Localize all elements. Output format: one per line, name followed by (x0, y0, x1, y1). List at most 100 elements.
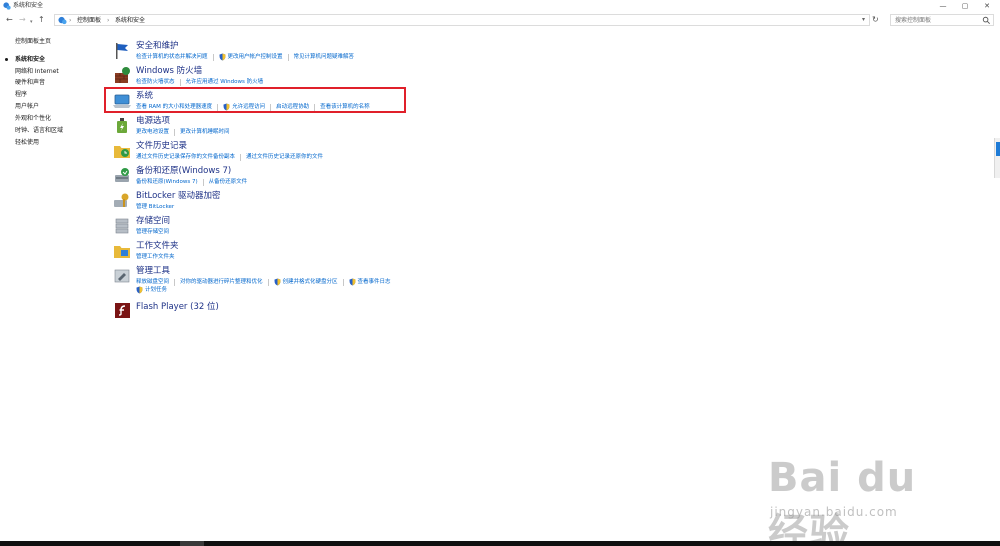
category-storage-spaces: 存储空间 管理存储空间 (110, 216, 670, 240)
firewall-icon (115, 67, 130, 83)
uac-shield-icon (273, 278, 281, 286)
category-title[interactable]: Windows 防火墙 (136, 66, 202, 77)
link-label: 计划任务 (145, 287, 168, 293)
link-battery-settings[interactable]: 更改电池设置 (136, 128, 169, 136)
link-restore-files[interactable]: 通过文件历史记录还原你的文件 (246, 153, 323, 161)
forward-arrow-icon[interactable]: → (19, 14, 26, 26)
category-title[interactable]: Flash Player (32 位) (136, 302, 219, 313)
divider (174, 128, 176, 136)
side-panel-tab[interactable] (994, 138, 1000, 178)
uac-shield-icon (348, 278, 356, 286)
navigation-bar: ← → ▾ ↑ › 控制面板 › 系统和安全 ▾ ↻ 搜索控制面板 (0, 13, 1000, 27)
link-save-backup[interactable]: 通过文件历史记录保存你的文件备份副本 (136, 153, 235, 161)
category-work-folders: 工作文件夹 管理工作文件夹 (110, 241, 670, 265)
taskbar (0, 541, 1000, 546)
link-manage-work-folders[interactable]: 管理工作文件夹 (136, 253, 175, 261)
category-backup-restore: 备份和还原(Windows 7) 备份和还原(Windows 7) 从备份还原文… (110, 166, 670, 190)
search-icon[interactable] (982, 16, 991, 25)
category-title[interactable]: 文件历史记录 (136, 141, 187, 152)
recent-locations-icon[interactable]: ▾ (30, 16, 33, 28)
sidebar-item-programs[interactable]: 程序 (15, 91, 27, 99)
sidebar-item-clock-region[interactable]: 时钟、语言和区域 (15, 127, 63, 135)
divider (202, 178, 204, 186)
back-arrow-icon[interactable]: ← (6, 14, 13, 26)
sidebar-item-appearance[interactable]: 外观和个性化 (15, 115, 51, 123)
category-title[interactable]: 存储空间 (136, 216, 170, 227)
divider (212, 53, 214, 61)
divider (342, 278, 344, 286)
link-defragment[interactable]: 对你的驱动器进行碎片整理和优化 (180, 278, 263, 286)
storage-icon (115, 218, 129, 234)
breadcrumb-separator: › (107, 17, 110, 24)
sidebar-item-system-security[interactable]: 系统和安全 (15, 56, 45, 64)
baidu-watermark: Bai du 经验 jingyan.baidu.com (768, 455, 968, 546)
category-title[interactable]: BitLocker 驱动器加密 (136, 191, 221, 202)
link-free-disk-space[interactable]: 释放磁盘空间 (136, 278, 169, 286)
divider (287, 53, 289, 61)
side-panel-marker (996, 142, 1000, 156)
watermark-url: jingyan.baidu.com (770, 505, 898, 519)
category-title[interactable]: 工作文件夹 (136, 241, 179, 252)
category-title[interactable]: 管理工具 (136, 266, 170, 277)
link-schedule-tasks[interactable]: 计划任务 (136, 286, 167, 294)
category-file-history: 文件历史记录 通过文件历史记录保存你的文件备份副本 通过文件历史记录还原你的文件 (110, 141, 670, 165)
taskbar-active-item[interactable] (180, 541, 204, 546)
divider (179, 78, 181, 86)
work-folder-icon (114, 246, 130, 258)
link-restore-from-backup[interactable]: 从备份还原文件 (209, 178, 248, 186)
link-backup-restore[interactable]: 备份和还原(Windows 7) (136, 178, 198, 186)
bitlocker-key-icon (114, 193, 129, 207)
category-security-maintenance: 安全和维护 检查计算机的状态并解决问题 更改用户帐户控制设置 常见计算机问题疑难… (110, 41, 670, 65)
breadcrumb-system-security[interactable]: 系统和安全 (115, 16, 145, 25)
divider (240, 153, 242, 161)
address-dropdown-icon[interactable]: ▾ (862, 14, 865, 26)
link-manage-bitlocker[interactable]: 管理 BitLocker (136, 203, 174, 211)
category-title[interactable]: 备份和还原(Windows 7) (136, 166, 231, 177)
search-box[interactable]: 搜索控制面板 (890, 14, 994, 26)
category-bitlocker: BitLocker 驱动器加密 管理 BitLocker (110, 191, 670, 215)
sidebar-item-hardware[interactable]: 硬件和声音 (15, 79, 45, 87)
link-create-partitions[interactable]: 创建并格式化硬盘分区 (273, 278, 338, 286)
up-arrow-icon[interactable]: ↑ (38, 14, 45, 26)
sidebar-item-user-accounts[interactable]: 用户帐户 (15, 103, 39, 111)
flash-player-icon (115, 303, 130, 318)
category-title[interactable]: 电源选项 (136, 116, 170, 127)
red-highlight-box (104, 87, 406, 113)
link-allow-app[interactable]: 允许应用通过 Windows 防火墙 (186, 78, 264, 86)
sidebar-item-ease-of-access[interactable]: 轻松使用 (15, 139, 39, 147)
sidebar-item-network[interactable]: 网络和 Internet (15, 68, 59, 76)
power-icon (117, 118, 127, 133)
breadcrumb-separator: › (69, 17, 72, 24)
link-manage-storage[interactable]: 管理存储空间 (136, 228, 169, 236)
link-event-logs[interactable]: 查看事件日志 (348, 278, 391, 286)
address-bar[interactable]: › 控制面板 › 系统和安全 (54, 14, 870, 26)
link-sleep-time[interactable]: 更改计算机睡眠时间 (180, 128, 230, 136)
link-check-status[interactable]: 检查计算机的状态并解决问题 (136, 53, 208, 61)
link-firewall-status[interactable]: 检查防火墙状态 (136, 78, 175, 86)
category-power-options: 电源选项 更改电池设置 更改计算机睡眠时间 (110, 116, 670, 140)
file-history-icon (114, 146, 130, 158)
uac-shield-icon (218, 53, 226, 61)
control-panel-icon (58, 16, 67, 25)
control-panel-icon (3, 2, 11, 10)
category-admin-tools: 管理工具 释放磁盘空间 对你的驱动器进行碎片整理和优化 创建并格式化硬盘分区 查… (110, 266, 670, 298)
close-button[interactable]: ✕ (972, 0, 1000, 12)
uac-shield-icon (136, 286, 143, 294)
watermark-logo-text: Bai du 经验 (768, 455, 917, 546)
link-troubleshoot[interactable]: 常见计算机问题疑难解答 (294, 53, 355, 61)
link-label: 创建并格式化硬盘分区 (282, 279, 338, 285)
link-label: 更改用户帐户控制设置 (227, 54, 283, 60)
active-bullet-icon (5, 58, 8, 61)
title-bar: 系统和安全 — ▢ ✕ (0, 0, 1000, 12)
category-flash-player: Flash Player (32 位) (110, 300, 670, 324)
admin-tools-icon (114, 269, 130, 283)
sidebar-item-home[interactable]: 控制面板主页 (15, 38, 51, 46)
breadcrumb-control-panel[interactable]: 控制面板 (77, 16, 101, 25)
divider (267, 278, 269, 286)
search-placeholder: 搜索控制面板 (895, 17, 932, 24)
refresh-icon[interactable]: ↻ (872, 14, 879, 26)
flag-icon (116, 43, 128, 59)
backup-icon (115, 168, 129, 182)
category-title[interactable]: 安全和维护 (136, 41, 179, 52)
link-uac-settings[interactable]: 更改用户帐户控制设置 (218, 53, 283, 61)
